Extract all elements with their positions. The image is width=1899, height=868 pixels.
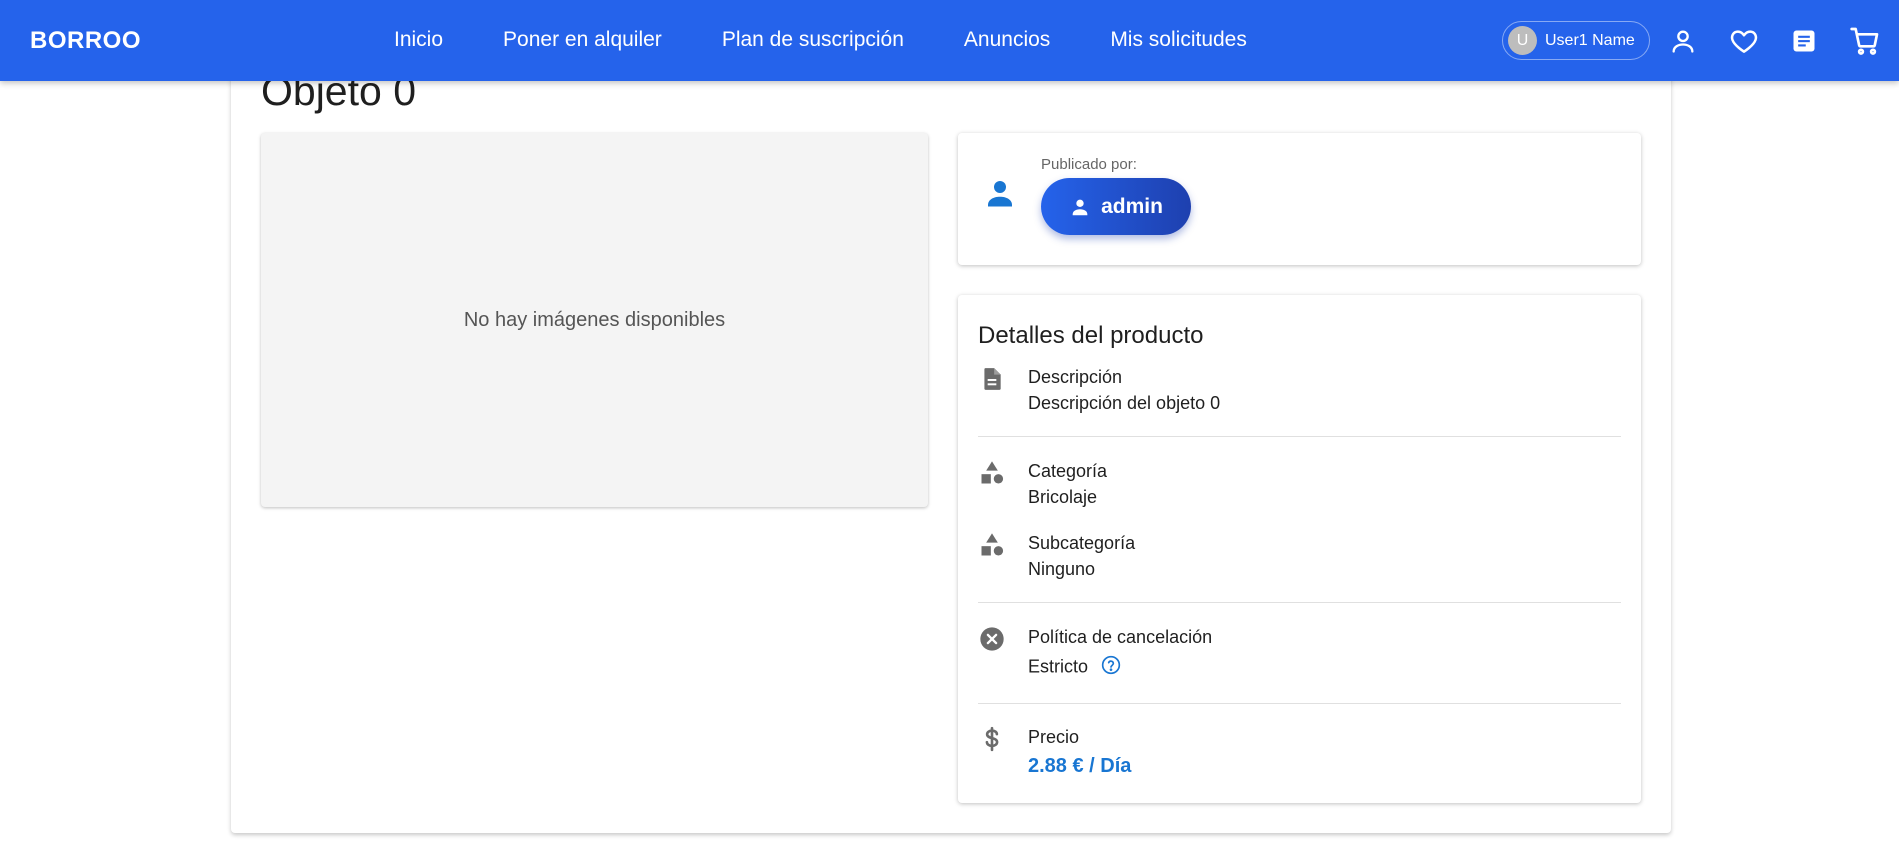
document-icon (978, 365, 1006, 393)
category-value: Bricolaje (1028, 487, 1098, 507)
product-details-card: Detalles del producto Descripción Descri… (958, 295, 1641, 803)
dollar-icon (978, 725, 1006, 753)
publisher-profile-button[interactable]: admin (1041, 178, 1191, 235)
price-label: Precio (1028, 727, 1080, 747)
nav-link-poner-en-alquiler[interactable]: Poner en alquiler (503, 28, 662, 52)
avatar: U (1508, 26, 1537, 55)
detail-subcategory: Subcategoría Ninguno (978, 531, 1621, 591)
subcategory-label: Subcategoría (1028, 533, 1136, 553)
nav-links: Inicio Poner en alquiler Plan de suscrip… (394, 28, 1247, 52)
cancellation-value: Estricto (1028, 656, 1089, 677)
description-value: Descripción del objeto 0 (1028, 393, 1221, 413)
person-icon (982, 175, 1018, 216)
detail-price: Precio 2.88 € / Día (978, 725, 1621, 785)
description-label: Descripción (1028, 367, 1123, 387)
top-navbar: BORROO Inicio Poner en alquiler Plan de … (0, 0, 1899, 81)
nav-link-plan-suscripcion[interactable]: Plan de suscripción (722, 28, 904, 52)
nav-link-anuncios[interactable]: Anuncios (964, 28, 1050, 52)
user-name: User1 Name (1545, 31, 1635, 49)
category-label: Categoría (1028, 461, 1108, 481)
cart-icon[interactable] (1848, 24, 1882, 58)
nav-link-inicio[interactable]: Inicio (394, 28, 443, 52)
subcategory-value: Ninguno (1028, 559, 1096, 579)
detail-description: Descripción Descripción del objeto 0 (978, 365, 1621, 425)
divider (978, 703, 1621, 704)
category-icon (978, 459, 1006, 487)
price-value: 2.88 € / Día (1028, 755, 1132, 777)
cancellation-value-row: Estricto (1028, 655, 1121, 680)
publisher-name: admin (1101, 194, 1163, 218)
person-icon (1072, 199, 1088, 215)
detail-category: Categoría Bricolaje (978, 459, 1621, 519)
details-title: Detalles del producto (978, 322, 1204, 349)
brand-logo[interactable]: BORROO (30, 27, 141, 55)
nav-link-mis-solicitudes[interactable]: Mis solicitudes (1110, 28, 1247, 52)
heart-icon[interactable] (1727, 24, 1761, 58)
category-icon (978, 531, 1006, 559)
no-images-text: No hay imágenes disponibles (463, 308, 726, 331)
divider (978, 436, 1621, 437)
profile-icon[interactable] (1666, 24, 1700, 58)
image-placeholder: No hay imágenes disponibles (261, 133, 928, 507)
divider (978, 602, 1621, 603)
published-by-label: Publicado por: (1041, 156, 1137, 173)
publisher-card: Publicado por: admin (958, 133, 1641, 265)
help-icon[interactable] (1101, 655, 1121, 680)
user-chip[interactable]: U User1 Name (1502, 21, 1650, 60)
cancel-circle-icon (978, 625, 1006, 653)
cancellation-label: Política de cancelación (1028, 627, 1213, 647)
orders-icon[interactable] (1787, 24, 1821, 58)
detail-cancellation-policy: Política de cancelación Estricto (978, 625, 1621, 687)
